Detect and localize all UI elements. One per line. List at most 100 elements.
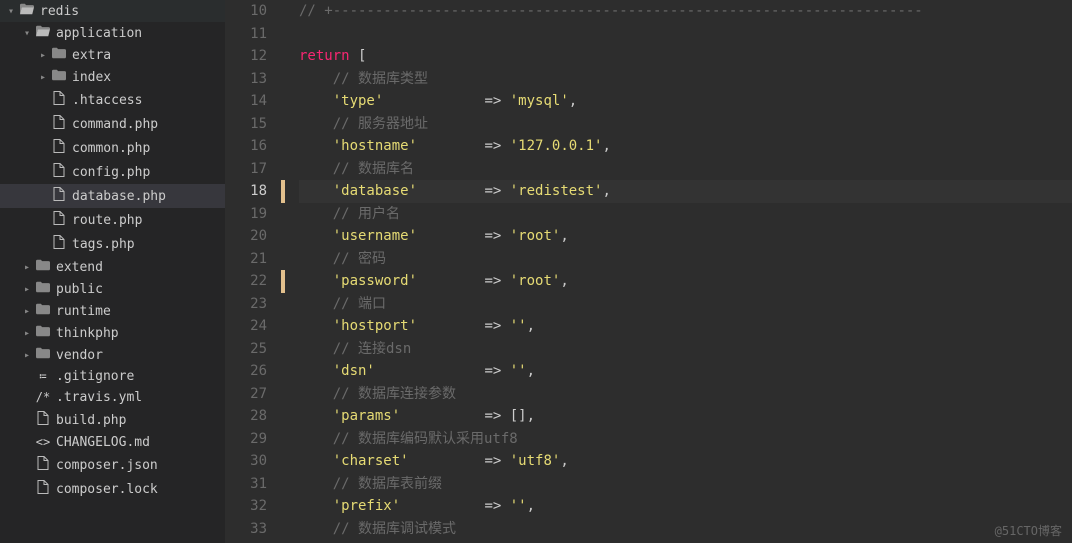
chevron-right-icon[interactable]: ▸ — [36, 50, 50, 61]
file-build-php[interactable]: build.php — [0, 408, 225, 432]
file-CHANGELOG-md[interactable]: <>CHANGELOG.md — [0, 432, 225, 453]
folder-public[interactable]: ▸public — [0, 278, 225, 300]
code-line-25[interactable]: // 连接dsn — [299, 338, 1072, 361]
file-composer-lock[interactable]: composer.lock — [0, 477, 225, 501]
code-line-30[interactable]: 'charset' => 'utf8', — [299, 450, 1072, 473]
chevron-right-icon[interactable]: ▸ — [36, 72, 50, 83]
tree-item-label: vendor — [56, 348, 103, 363]
folder-runtime[interactable]: ▸runtime — [0, 300, 225, 322]
code-line-16[interactable]: 'hostname' => '127.0.0.1', — [299, 135, 1072, 158]
chevron-right-icon[interactable]: ▸ — [20, 350, 34, 361]
code-line-27[interactable]: // 数据库连接参数 — [299, 383, 1072, 406]
file--travis-yml[interactable]: /*.travis.yml — [0, 387, 225, 408]
chevron-right-icon[interactable]: ▸ — [20, 284, 34, 295]
file-explorer[interactable]: ▾redis▾application▸extra▸index.htaccessc… — [0, 0, 225, 543]
token-punct — [417, 273, 484, 289]
file-config-php[interactable]: config.php — [0, 160, 225, 184]
line-number: 25 — [225, 338, 267, 361]
token-punct: , — [527, 498, 535, 514]
code-line-28[interactable]: 'params' => [], — [299, 405, 1072, 428]
token-punct — [417, 318, 484, 334]
token-punct: , — [602, 138, 610, 154]
chevron-right-icon[interactable]: ▸ — [20, 306, 34, 317]
file-composer-json[interactable]: composer.json — [0, 453, 225, 477]
code-line-18[interactable]: 'database' => 'redistest', — [299, 180, 1072, 203]
file-icon — [50, 163, 68, 181]
token-punct: , — [569, 93, 577, 109]
code-line-22[interactable]: 'password' => 'root', — [299, 270, 1072, 293]
file--htaccess[interactable]: .htaccess — [0, 88, 225, 112]
folder-icon — [34, 259, 52, 275]
code-line-15[interactable]: // 服务器地址 — [299, 113, 1072, 136]
token-punct — [299, 93, 333, 109]
token-arrow-op: => — [484, 228, 501, 244]
token-string: 'database' — [333, 183, 417, 199]
line-number: 12 — [225, 45, 267, 68]
token-string: '' — [510, 318, 527, 334]
token-punct — [299, 408, 333, 424]
token-string: '' — [510, 498, 527, 514]
chevron-right-icon[interactable]: ▸ — [20, 328, 34, 339]
folder-extend[interactable]: ▸extend — [0, 256, 225, 278]
code-line-12[interactable]: return [ — [299, 45, 1072, 68]
folder-open-icon — [18, 3, 36, 19]
code-line-33[interactable]: // 数据库调试模式 — [299, 518, 1072, 541]
token-comment: // +------------------------------------… — [299, 3, 923, 19]
token-punct — [299, 453, 333, 469]
token-arrow-op: => — [484, 138, 501, 154]
chevron-down-icon[interactable]: ▾ — [4, 6, 18, 17]
token-punct — [501, 93, 509, 109]
token-string: 'hostname' — [333, 138, 417, 154]
file-route-php[interactable]: route.php — [0, 208, 225, 232]
code-line-31[interactable]: // 数据库表前缀 — [299, 473, 1072, 496]
token-string: 'root' — [510, 273, 561, 289]
file--gitignore[interactable]: ≔.gitignore — [0, 366, 225, 387]
line-number: 18 — [225, 180, 267, 203]
folder-vendor[interactable]: ▸ vendor — [0, 344, 225, 366]
code-line-20[interactable]: 'username' => 'root', — [299, 225, 1072, 248]
code-line-10[interactable]: // +------------------------------------… — [299, 0, 1072, 23]
code-line-29[interactable]: // 数据库编码默认采用utf8 — [299, 428, 1072, 451]
file-tags-php[interactable]: tags.php — [0, 232, 225, 256]
code-line-26[interactable]: 'dsn' => '', — [299, 360, 1072, 383]
code-line-23[interactable]: // 端口 — [299, 293, 1072, 316]
code-line-17[interactable]: // 数据库名 — [299, 158, 1072, 181]
token-comment: // 密码 — [333, 251, 386, 267]
line-gutter: 1011121314151617181920212223242526272829… — [225, 0, 285, 543]
token-comment: // 连接dsn — [333, 341, 412, 357]
tree-item-label: database.php — [72, 189, 166, 204]
code-line-21[interactable]: // 密码 — [299, 248, 1072, 271]
token-comment: // 服务器地址 — [333, 116, 428, 132]
file-common-php[interactable]: common.php — [0, 136, 225, 160]
folder-extra[interactable]: ▸extra — [0, 44, 225, 66]
file-command-php[interactable]: command.php — [0, 112, 225, 136]
line-number: 17 — [225, 158, 267, 181]
token-arrow-op: => — [484, 93, 501, 109]
folder-application[interactable]: ▾application — [0, 22, 225, 44]
code-line-32[interactable]: 'prefix' => '', — [299, 495, 1072, 518]
chevron-right-icon[interactable]: ▸ — [20, 262, 34, 273]
line-number: 33 — [225, 518, 267, 541]
token-string: 'type' — [333, 93, 384, 109]
token-arrow-op: => — [484, 498, 501, 514]
token-punct — [299, 341, 333, 357]
code-area[interactable]: // +------------------------------------… — [285, 0, 1072, 543]
token-punct — [501, 273, 509, 289]
code-line-11[interactable] — [299, 23, 1072, 46]
code-editor[interactable]: 1011121314151617181920212223242526272829… — [225, 0, 1072, 543]
chevron-down-icon[interactable]: ▾ — [20, 28, 34, 39]
code-line-19[interactable]: // 用户名 — [299, 203, 1072, 226]
folder-icon — [34, 347, 52, 363]
code-line-14[interactable]: 'type' => 'mysql', — [299, 90, 1072, 113]
code-line-24[interactable]: 'hostport' => '', — [299, 315, 1072, 338]
code-line-13[interactable]: // 数据库类型 — [299, 68, 1072, 91]
token-punct — [299, 296, 333, 312]
line-number: 27 — [225, 383, 267, 406]
folder-redis[interactable]: ▾redis — [0, 0, 225, 22]
folder-index[interactable]: ▸index — [0, 66, 225, 88]
file-database-php[interactable]: database.php — [0, 184, 225, 208]
tree-item-label: .travis.yml — [56, 390, 142, 405]
folder-thinkphp[interactable]: ▸thinkphp — [0, 322, 225, 344]
tree-item-label: build.php — [56, 413, 126, 428]
token-string: 'charset' — [333, 453, 409, 469]
